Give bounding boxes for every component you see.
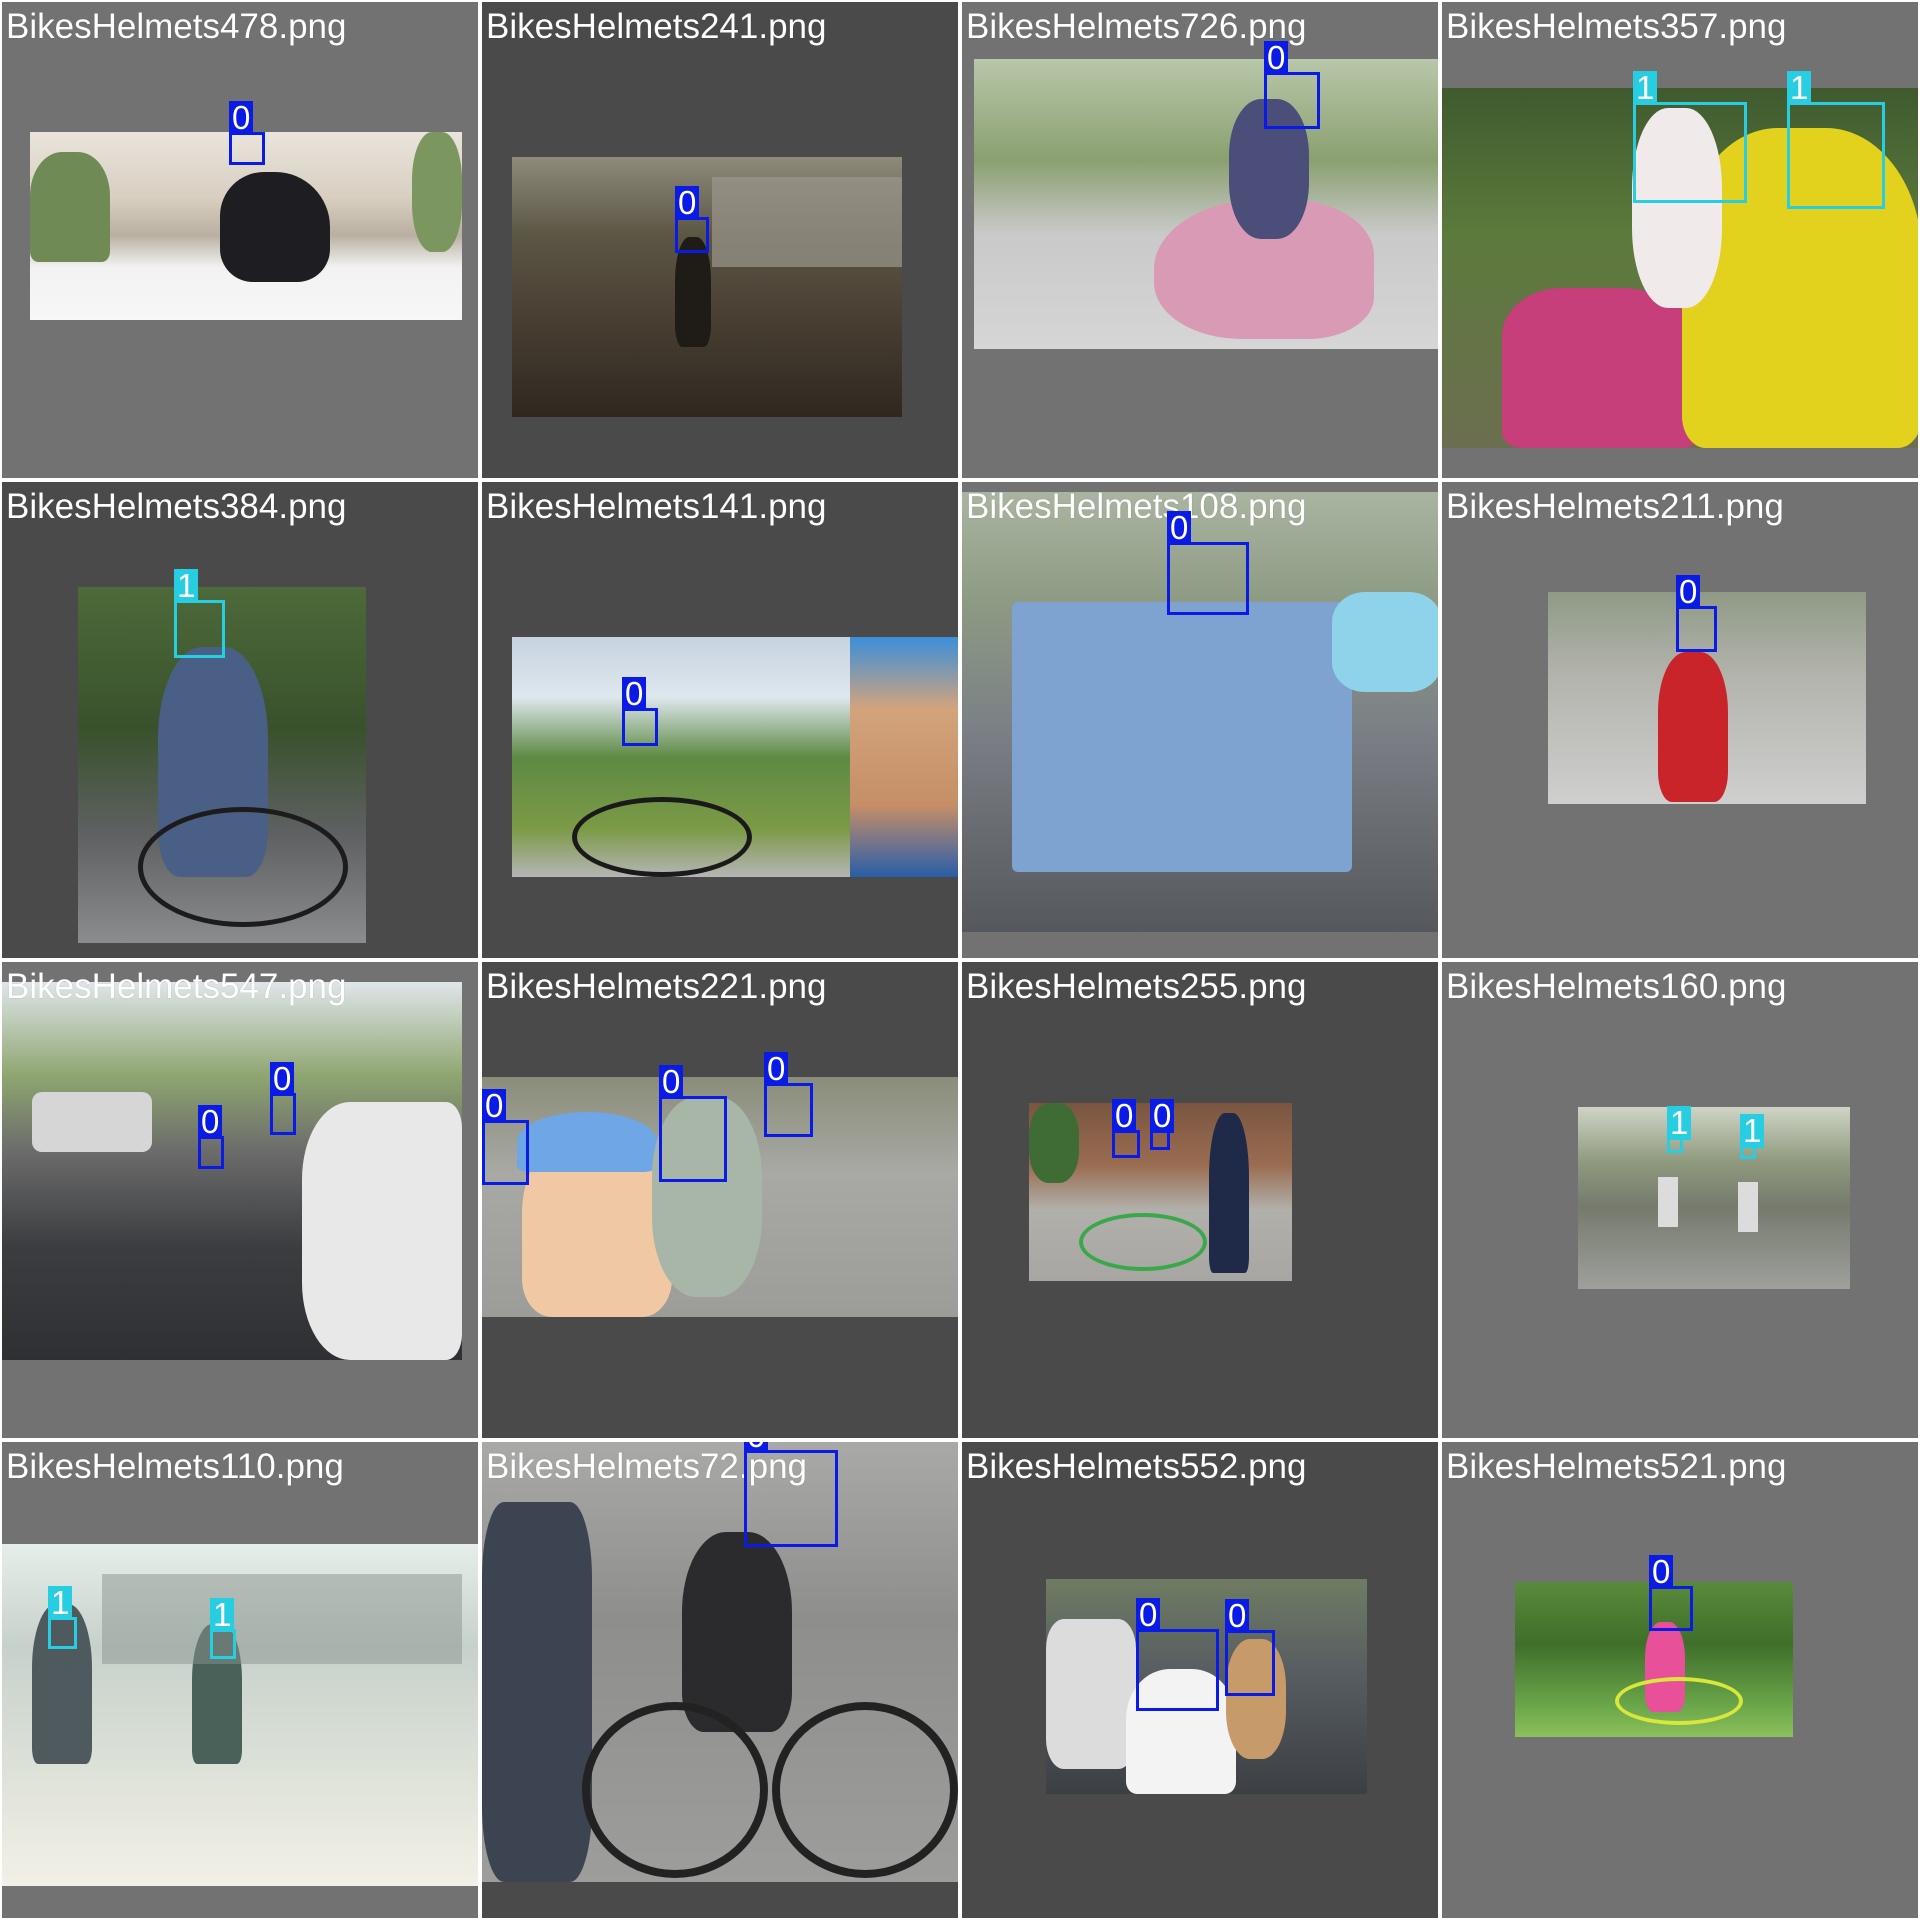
photo <box>482 1442 958 1882</box>
detection-box: 1 <box>1740 1114 1765 1159</box>
filename-label: BikesHelmets160.png <box>1446 967 1787 1006</box>
tile-141: BikesHelmets141.png 0 <box>480 480 960 960</box>
class-label: 1 <box>210 1598 235 1632</box>
class-label: 0 <box>744 1442 769 1453</box>
filename-label: BikesHelmets384.png <box>6 487 347 526</box>
detection-box: 0 <box>622 677 658 746</box>
photo <box>512 637 958 877</box>
filename-label: BikesHelmets211.png <box>1446 487 1784 526</box>
tile-241: BikesHelmets241.png 0 <box>480 0 960 480</box>
detection-box: 0 <box>1225 1599 1275 1696</box>
photo <box>974 59 1438 349</box>
tile-478: BikesHelmets478.png 0 <box>0 0 480 480</box>
filename-label: BikesHelmets108.png <box>966 487 1307 526</box>
tile-552: BikesHelmets552.png 0 0 <box>960 1440 1440 1920</box>
photo <box>2 1544 478 1886</box>
tile-211: BikesHelmets211.png 0 <box>1440 480 1920 960</box>
filename-label: BikesHelmets241.png <box>486 7 827 46</box>
detection-box: 0 <box>1264 41 1320 129</box>
tile-357: BikesHelmets357.png 1 1 <box>1440 0 1920 480</box>
class-label: 0 <box>764 1052 789 1086</box>
detection-box: 1 <box>1633 71 1747 203</box>
class-label: 0 <box>675 186 700 220</box>
class-label: 1 <box>1787 71 1812 105</box>
detection-box: 0 <box>1136 1598 1219 1711</box>
tile-384: BikesHelmets384.png 1 <box>0 480 480 960</box>
detection-box: 0 <box>1167 511 1249 615</box>
class-label: 0 <box>622 677 647 711</box>
tile-255: BikesHelmets255.png 0 0 <box>960 960 1440 1440</box>
filename-label: BikesHelmets221.png <box>486 967 827 1006</box>
filename-label: BikesHelmets552.png <box>966 1447 1307 1486</box>
filename-label: BikesHelmets110.png <box>6 1447 344 1486</box>
filename-label: BikesHelmets478.png <box>6 7 347 46</box>
detection-box: 0 <box>675 186 709 253</box>
class-label: 1 <box>174 569 199 603</box>
photo <box>2 982 462 1360</box>
detection-box: 0 <box>229 101 265 165</box>
photo <box>1578 1107 1850 1289</box>
tile-160: BikesHelmets160.png 1 1 <box>1440 960 1920 1440</box>
tile-221: BikesHelmets221.png 0 0 0 <box>480 960 960 1440</box>
detection-box: 1 <box>210 1598 236 1659</box>
detection-box: 0 <box>270 1062 296 1135</box>
class-label: 0 <box>1167 511 1192 545</box>
class-label: 1 <box>1633 71 1658 105</box>
detection-box: 0 <box>1112 1099 1140 1158</box>
photo <box>512 157 902 417</box>
filename-label: BikesHelmets255.png <box>966 967 1307 1006</box>
tile-72: BikesHelmets72.png 0 <box>480 1440 960 1920</box>
detection-box: 0 <box>1676 575 1717 652</box>
detection-box: 0 <box>198 1105 224 1169</box>
tile-521: BikesHelmets521.png 0 <box>1440 1440 1920 1920</box>
class-label: 0 <box>229 101 254 135</box>
class-label: 0 <box>482 1089 507 1123</box>
detection-box: 0 <box>1150 1099 1175 1150</box>
detection-box: 1 <box>1787 71 1885 209</box>
mosaic-grid: BikesHelmets478.png 0 BikesHelmets241.pn… <box>0 0 1920 1920</box>
class-label: 0 <box>1136 1598 1161 1632</box>
detection-box: 0 <box>764 1052 813 1137</box>
tile-108: BikesHelmets108.png 0 <box>960 480 1440 960</box>
filename-label: BikesHelmets357.png <box>1446 7 1787 46</box>
class-label: 0 <box>659 1065 684 1099</box>
class-label: 1 <box>1740 1114 1765 1148</box>
class-label: 1 <box>1667 1106 1692 1140</box>
detection-box: 0 <box>1649 1555 1693 1631</box>
class-label: 0 <box>1676 575 1701 609</box>
tile-726: BikesHelmets726.png 0 <box>960 0 1440 480</box>
filename-label: BikesHelmets726.png <box>966 7 1307 46</box>
tile-110: BikesHelmets110.png 1 1 <box>0 1440 480 1920</box>
filename-label: BikesHelmets141.png <box>486 487 827 526</box>
class-label: 0 <box>198 1105 223 1139</box>
detection-box: 1 <box>48 1586 77 1649</box>
filename-label: BikesHelmets521.png <box>1446 1447 1787 1486</box>
detection-box: 0 <box>659 1065 727 1182</box>
filename-label: BikesHelmets547.png <box>6 967 347 1006</box>
detection-box: 0 <box>482 1089 529 1185</box>
class-label: 0 <box>1225 1599 1250 1633</box>
class-label: 0 <box>1150 1099 1175 1133</box>
class-label: 0 <box>1112 1099 1137 1133</box>
tile-547: BikesHelmets547.png 0 0 <box>0 960 480 1440</box>
class-label: 0 <box>270 1062 295 1096</box>
class-label: 0 <box>1649 1555 1674 1589</box>
detection-box: 1 <box>174 569 225 658</box>
detection-box: 0 <box>744 1442 838 1547</box>
class-label: 0 <box>1264 41 1289 75</box>
class-label: 1 <box>48 1586 73 1620</box>
detection-box: 1 <box>1667 1106 1692 1153</box>
